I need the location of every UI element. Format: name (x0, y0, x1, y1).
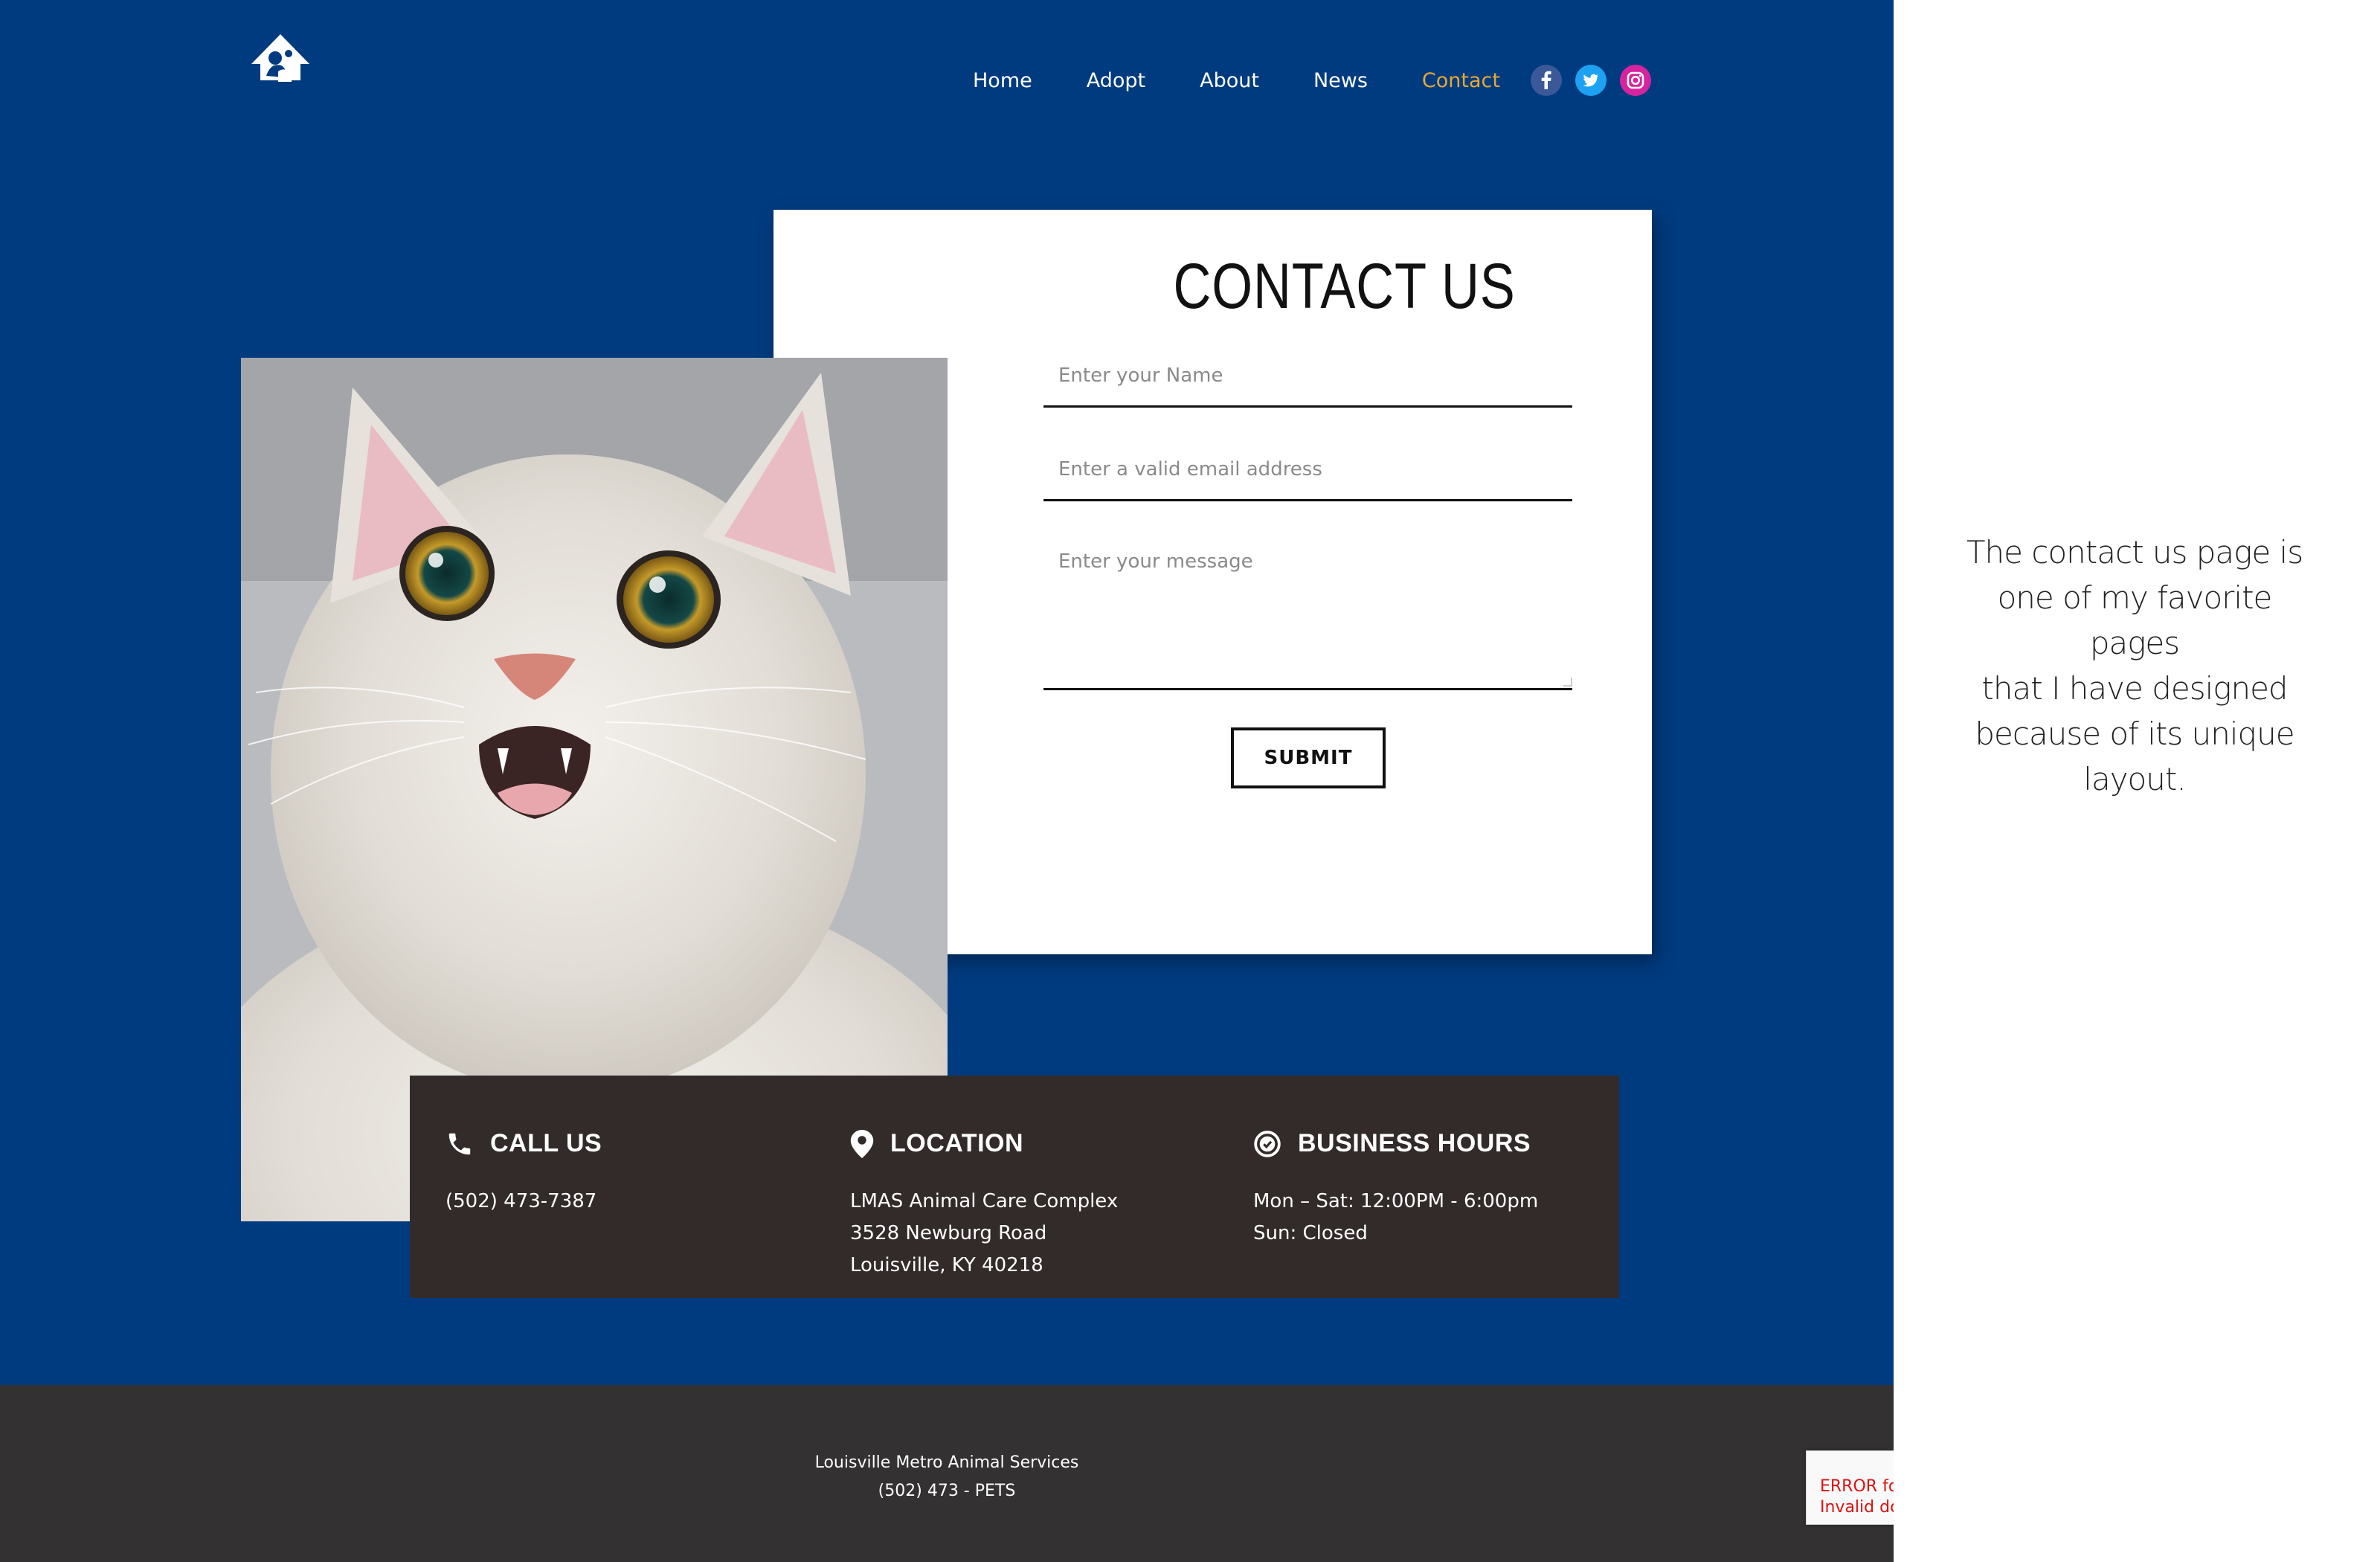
nav-news[interactable]: News (1313, 65, 1368, 97)
submit-button[interactable]: SUBMIT (1231, 727, 1386, 788)
call-us-title: CALL US (490, 1129, 602, 1157)
house-pet-logo-icon (251, 34, 309, 82)
clock-icon (1254, 1130, 1281, 1157)
call-us-section: CALL US (502) 473-7387 (446, 1076, 817, 1298)
message-placeholder: Enter your message (1058, 550, 1253, 573)
facebook-icon[interactable] (1531, 65, 1562, 96)
footer-org: Louisville Metro Animal Services (814, 1453, 1079, 1472)
nav-about[interactable]: About (1200, 65, 1259, 97)
side-note-line-2: one of my favorite pages (1997, 579, 2273, 661)
recaptcha-error-line-1: ERROR fo (1820, 1477, 1894, 1496)
page-title: CONTACT US (1173, 251, 1516, 322)
logo[interactable] (248, 33, 312, 88)
side-note-line-1: The contact us page is (1966, 534, 2303, 571)
business-hours-section: BUSINESS HOURS Mon – Sat: 12:00PM - 6:00… (1253, 1076, 1603, 1298)
hours-line-2: Sun: Closed (1253, 1222, 1368, 1244)
twitter-icon[interactable] (1575, 65, 1606, 96)
recaptcha-error-line-2: Invalid do (1820, 1498, 1894, 1517)
recaptcha-badge[interactable]: ERROR fo Invalid do (1806, 1450, 1894, 1525)
location-line-2: 3528 Newburg Road (850, 1222, 1047, 1244)
hours-line-1: Mon – Sat: 12:00PM - 6:00pm (1253, 1190, 1539, 1212)
instagram-icon[interactable] (1620, 65, 1651, 96)
side-note-line-4: because of its unique (1975, 716, 2294, 752)
message-field[interactable]: Enter your message (1043, 537, 1572, 690)
location-section: LOCATION LMAS Animal Care Complex 3528 N… (850, 1076, 1222, 1298)
email-placeholder: Enter a valid email address (1058, 458, 1322, 481)
side-note: The contact us page is one of my favorit… (1949, 530, 2320, 802)
name-placeholder: Enter your Name (1058, 364, 1223, 387)
location-line-3: Louisville, KY 40218 (850, 1254, 1043, 1276)
footer-phone: (502) 473 - PETS (878, 1482, 1016, 1500)
business-hours-title: BUSINESS HOURS (1298, 1129, 1531, 1157)
main-nav: Home Adopt About News Contact (973, 65, 1500, 97)
location-line-1: LMAS Animal Care Complex (850, 1190, 1119, 1212)
phone-icon (448, 1133, 471, 1154)
map-pin-icon (850, 1129, 874, 1158)
footer-text: Louisville Metro Animal Services (502) 4… (0, 1449, 1894, 1505)
side-note-line-3: that I have designed (1981, 670, 2288, 707)
email-field[interactable]: Enter a valid email address (1043, 443, 1572, 501)
nav-home[interactable]: Home (973, 65, 1032, 97)
call-us-phone[interactable]: (502) 473-7387 (446, 1186, 596, 1218)
nav-contact[interactable]: Contact (1422, 65, 1500, 97)
nav-adopt[interactable]: Adopt (1087, 65, 1145, 97)
side-note-line-5: layout. (2083, 761, 2186, 797)
name-field[interactable]: Enter your Name (1043, 350, 1572, 408)
location-title: LOCATION (890, 1129, 1024, 1157)
info-bar: CALL US (502) 473-7387 LOCATION LMAS Ani… (410, 1076, 1619, 1298)
social-links (1531, 65, 1651, 96)
resize-handle-icon[interactable] (1563, 678, 1572, 687)
